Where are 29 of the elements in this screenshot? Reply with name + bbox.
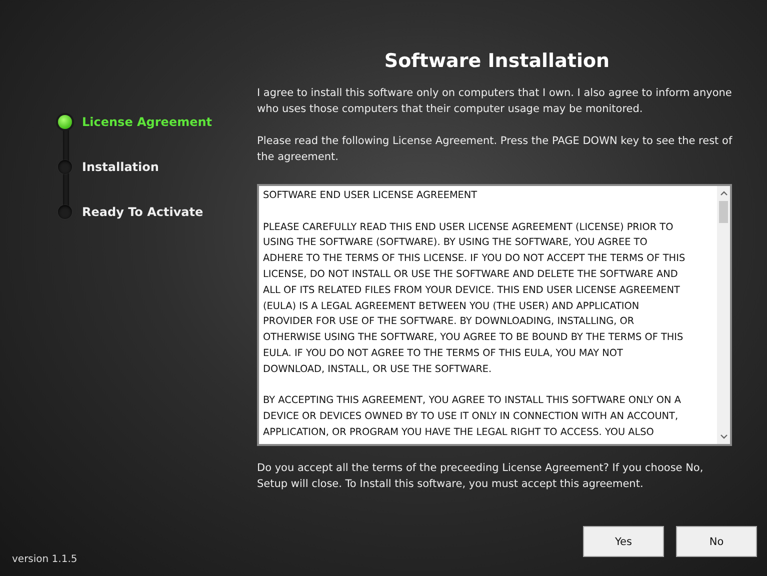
license-text-line: DOWNLOAD, INSTALL, OR USE THE SOFTWARE. [263,362,493,377]
license-text-line: PROVIDER FOR USE OF THE SOFTWARE. BY DOWNLOADING, INSTALLING, OR [263,315,636,330]
license-text-line: (EULA) IS A LEGAL AGREEMENT BETWEEN YOU (THE USER) AND APPLICATION [263,300,640,314]
window-title: Software Installation [383,50,611,72]
step-label: Ready To Activate [82,205,204,219]
license-text-line: ALL OF ITS RELATED FILES FROM YOUR DEVICE. THIS END USER LICENSE AGREEMENT [263,284,681,298]
license-text-line: ADHERE TO THE TERMS OF THIS LICENSE. IF YOU DO NOT ACCEPT THE TERMS OF THIS [263,252,686,266]
license-text-line: OTHERWISE USING THE SOFTWARE, YOU AGREE TO BE BOUND BY THE TERMS OF THIS [263,331,684,346]
intro-text: I agree to install this software only on computers that I own. I also agree to inform anyone who uses those computers that their computer usage may be monitored. [257,86,733,117]
license-text-line: BY ACCEPTING THIS AGREEMENT, YOU AGREE TO INSTALL THIS SOFTWARE ONLY ON A [263,394,682,408]
scrollbar-thumb[interactable] [719,201,728,223]
yes-button[interactable]: Yes [583,526,664,557]
scroll-down-icon[interactable] [720,434,728,439]
scroll-up-icon[interactable] [720,191,728,196]
license-text-line: LICENSE, DO NOT INSTALL OR USE THE SOFTWARE AND DELETE THE SOFTWARE AND [263,268,679,282]
step-label: License Agreement [82,115,212,129]
step-label: Installation [82,160,159,174]
instruction-text: Please read the following License Agreement. Press the PAGE DOWN key to see the rest of the agreement. [257,134,734,165]
license-text-line: PLEASE CAREFULLY READ THIS END USER LICENSE AGREEMENT (LICENSE) PRIOR TO [263,220,674,235]
license-text-line: DEVICE OR DEVICES OWNED BY TO USE IT ONLY IN CONNECTION WITH AN ACCOUNT, [263,410,680,424]
license-text-line: EULA. IF YOU DO NOT AGREE TO THE TERMS OF THIS EULA, YOU MAY NOT [263,346,624,361]
version-label: version 1.1.5 [12,554,78,565]
license-text-area[interactable] [257,184,732,446]
license-text-line: APPLICATION, OR PROGRAM YOU HAVE THE LEGAL RIGHT TO ACCESS. YOU ALSO [263,426,655,440]
scrollbar[interactable] [717,186,730,444]
license-text-line: USING THE SOFTWARE (SOFTWARE). BY USING THE SOFTWARE, YOU AGREE TO [263,236,648,250]
question-text: Do you accept all the terms of the preceeding License Agreement? If you choose No, Setup will close. To Install this software, you must accept this agreement. [257,461,704,492]
no-button[interactable]: No [676,526,757,557]
license-text-line: SOFTWARE END USER LICENSE AGREEMENT [263,189,478,203]
